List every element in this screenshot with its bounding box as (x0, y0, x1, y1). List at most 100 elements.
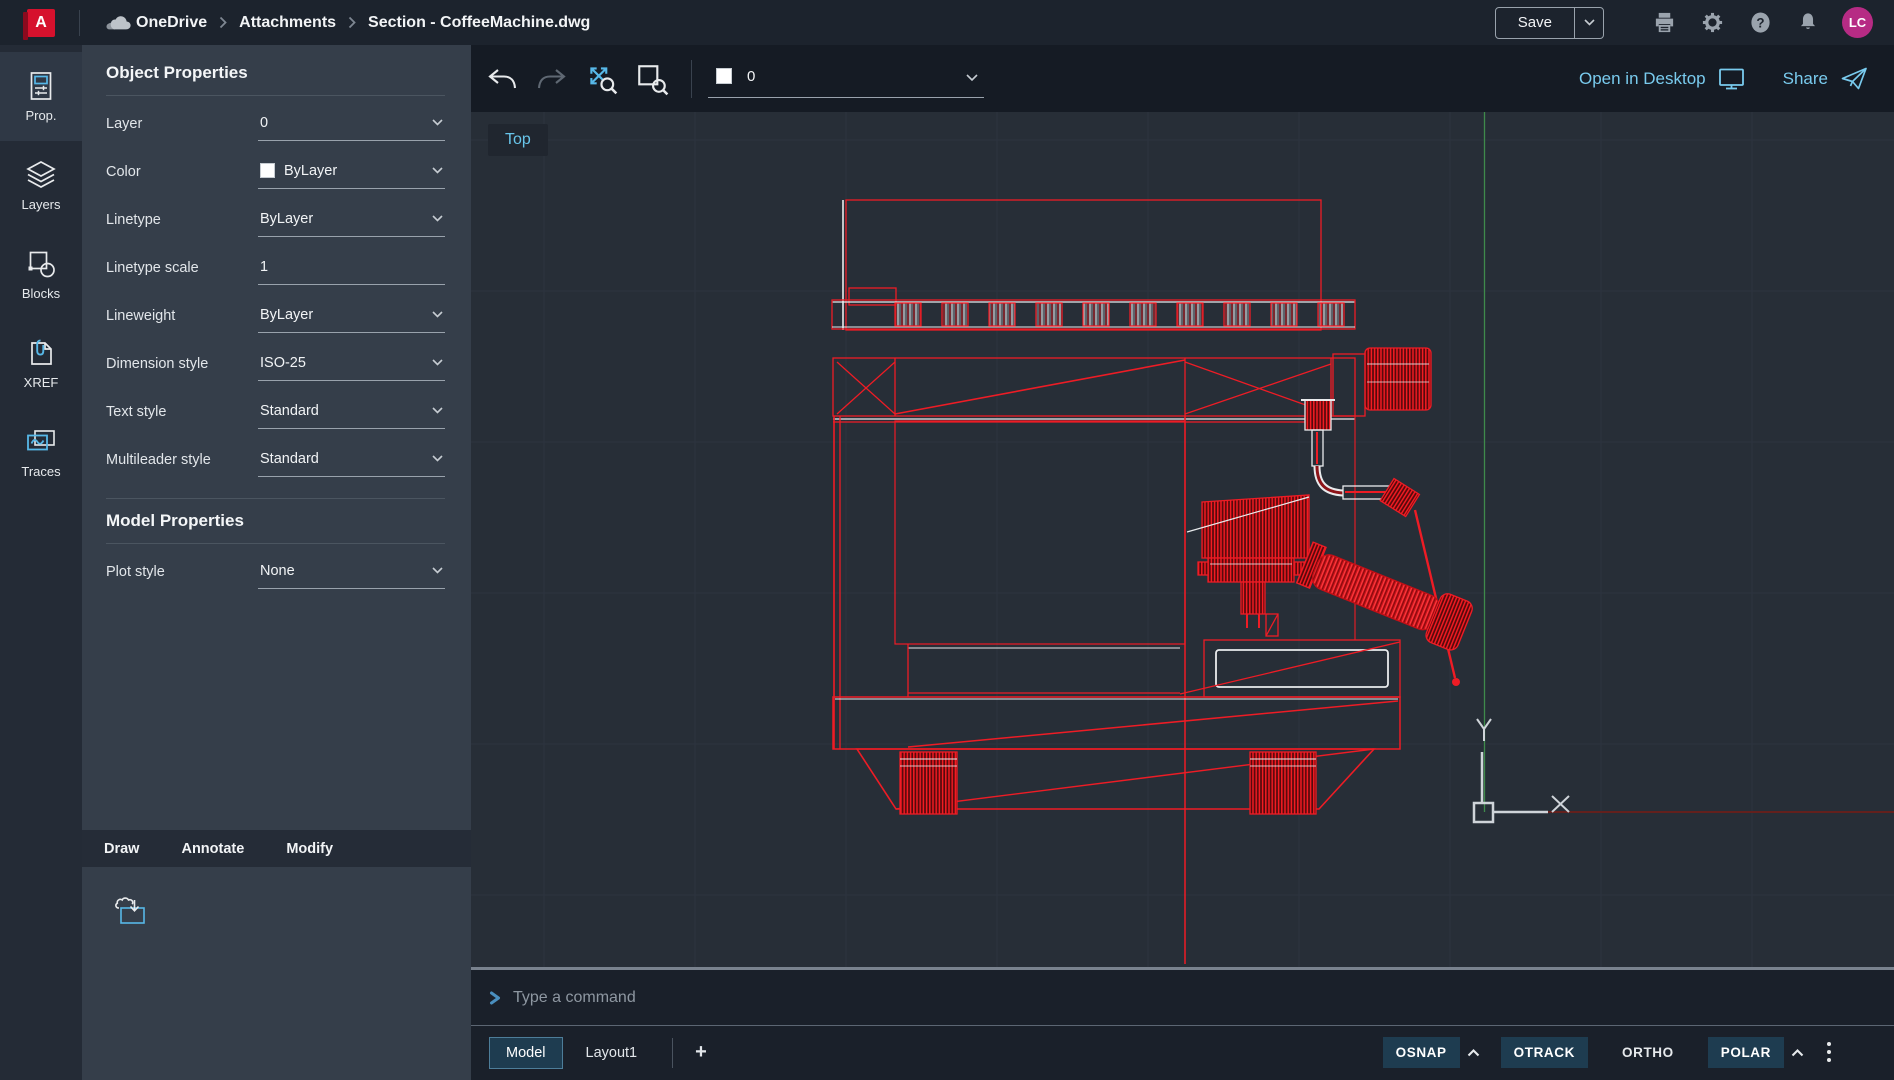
property-field-row: Linetype scale1 (106, 244, 445, 292)
left-icon-rail: Prop.Layers Blocks XREF Traces (0, 45, 82, 1080)
toggle-otrack[interactable]: OTRACK (1501, 1037, 1588, 1068)
toggle-osnap[interactable]: OSNAP (1383, 1037, 1460, 1068)
drawing-canvas[interactable]: Top (471, 112, 1894, 967)
divider (672, 1038, 673, 1068)
property-field-label: Text style (106, 404, 258, 420)
rail-item-layers[interactable]: Layers (0, 141, 82, 230)
property-field-label: Layer (106, 116, 258, 132)
section-title: Model Properties (106, 509, 445, 543)
command-input[interactable] (511, 988, 1015, 1008)
rail-item-label: XREF (24, 375, 59, 390)
breadcrumb-item[interactable]: OneDrive (136, 14, 207, 32)
user-avatar[interactable]: LC (1842, 7, 1873, 38)
ribbon-tab-modify[interactable]: Modify (286, 841, 333, 857)
notifications-bell-icon[interactable] (1796, 11, 1820, 35)
command-bar (471, 970, 1894, 1026)
save-button-group: Save (1495, 7, 1604, 39)
property-field-value: 1 (260, 259, 268, 275)
current-layer-select[interactable]: 0 (708, 60, 984, 98)
property-field-label: Lineweight (106, 308, 258, 324)
polar-options-chevron-icon[interactable] (1791, 1049, 1804, 1057)
rail-item-blocks[interactable]: Blocks (0, 230, 82, 319)
canvas-grid (471, 112, 1894, 967)
draw-tool-area (82, 867, 471, 1080)
rail-item-xref[interactable]: XREF (0, 319, 82, 408)
undo-icon[interactable] (483, 60, 521, 98)
ribbon-tab-annotate[interactable]: Annotate (181, 841, 244, 857)
status-overflow-menu-icon[interactable] (1826, 1041, 1832, 1065)
breadcrumb-item[interactable]: Attachments (239, 14, 336, 32)
osnap-options-chevron-icon[interactable] (1467, 1049, 1480, 1057)
chevron-down-icon (432, 215, 443, 222)
property-field-linetype[interactable]: ByLayer (258, 204, 445, 237)
add-layout-button[interactable]: + (689, 1041, 713, 1064)
open-in-desktop-button[interactable]: Open in Desktop (1579, 67, 1745, 91)
view-cube-label[interactable]: Top (488, 124, 548, 156)
property-field-value: ByLayer (260, 211, 313, 227)
rail-item-prop[interactable]: Prop. (0, 52, 82, 141)
chevron-down-icon (432, 119, 443, 126)
property-field-dimension-style[interactable]: ISO-25 (258, 348, 445, 381)
property-field-value: None (260, 563, 295, 579)
property-field-row: Color ByLayer (106, 148, 445, 196)
property-field-label: Dimension style (106, 356, 258, 372)
layout-tab-model[interactable]: Model (489, 1037, 563, 1069)
property-field-label: Color (106, 164, 258, 180)
property-field-label: Plot style (106, 564, 258, 580)
breadcrumb: OneDriveAttachmentsSection - CoffeeMachi… (136, 14, 590, 32)
ribbon-tabs: Draw Annotate Modify (82, 830, 471, 867)
property-field-lineweight[interactable]: ByLayer (258, 300, 445, 333)
top-bar: A OneDriveAttachmentsSection - CoffeeMac… (0, 0, 1894, 45)
rail-item-label: Traces (21, 464, 60, 479)
toggle-polar[interactable]: POLAR (1708, 1037, 1784, 1068)
chevron-down-icon (432, 359, 443, 366)
property-field-label: Multileader style (106, 452, 258, 468)
property-field-plot-style[interactable]: None (258, 556, 445, 589)
section-title-rule (106, 95, 445, 96)
settings-gear-icon[interactable] (1700, 11, 1724, 35)
layout-tab-layout1[interactable]: Layout1 (569, 1037, 655, 1069)
zoom-extents-icon[interactable] (583, 60, 621, 98)
property-field-value: Standard (260, 451, 319, 467)
property-field-layer[interactable]: 0 (258, 108, 445, 141)
rail-item-traces[interactable]: Traces (0, 408, 82, 497)
layer-select-value: 0 (747, 68, 755, 85)
send-plane-icon (1840, 66, 1868, 91)
property-field-row: Plot styleNone (106, 548, 445, 596)
save-options-chevron[interactable] (1574, 8, 1603, 38)
autocad-logo-icon[interactable]: A (27, 9, 55, 37)
panel-sections: Object PropertiesLayer0ColorByLayerLinet… (82, 45, 471, 830)
properties-icon (26, 71, 56, 101)
toggle-ortho[interactable]: ORTHO (1609, 1037, 1687, 1068)
chevron-down-icon (432, 567, 443, 574)
properties-panel: Object PropertiesLayer0ColorByLayerLinet… (82, 45, 471, 1080)
top-action-icons: ? (1628, 11, 1820, 35)
share-button[interactable]: Share (1783, 66, 1868, 91)
color-swatch (260, 163, 275, 178)
property-field-row: Dimension styleISO-25 (106, 340, 445, 388)
property-field-color[interactable]: ByLayer (258, 156, 445, 189)
print-icon[interactable] (1652, 11, 1676, 35)
property-field-value: 0 (260, 115, 268, 131)
property-field-multileader-style[interactable]: Standard (258, 444, 445, 477)
ribbon-tab-draw[interactable]: Draw (104, 841, 139, 857)
save-button[interactable]: Save (1496, 8, 1574, 38)
property-field-row: Multileader styleStandard (106, 436, 445, 484)
property-field-label: Linetype (106, 212, 258, 228)
blocks-icon (26, 249, 56, 279)
revision-cloud-insert-icon[interactable] (110, 893, 150, 929)
help-icon[interactable]: ? (1748, 11, 1772, 35)
property-field-text-style[interactable]: Standard (258, 396, 445, 429)
section-title-rule (106, 543, 445, 544)
zoom-window-icon[interactable] (633, 60, 671, 98)
breadcrumb-separator-icon (219, 16, 227, 29)
rail-item-label: Blocks (22, 286, 60, 301)
property-field-row: LinetypeByLayer (106, 196, 445, 244)
chevron-down-icon (432, 167, 443, 174)
layer-color-swatch (716, 68, 732, 84)
property-field-value: ByLayer (284, 163, 337, 179)
property-field-value: ByLayer (260, 307, 313, 323)
traces-icon (25, 427, 57, 457)
property-field-linetype-scale[interactable]: 1 (258, 252, 445, 285)
property-field-row: Text styleStandard (106, 388, 445, 436)
